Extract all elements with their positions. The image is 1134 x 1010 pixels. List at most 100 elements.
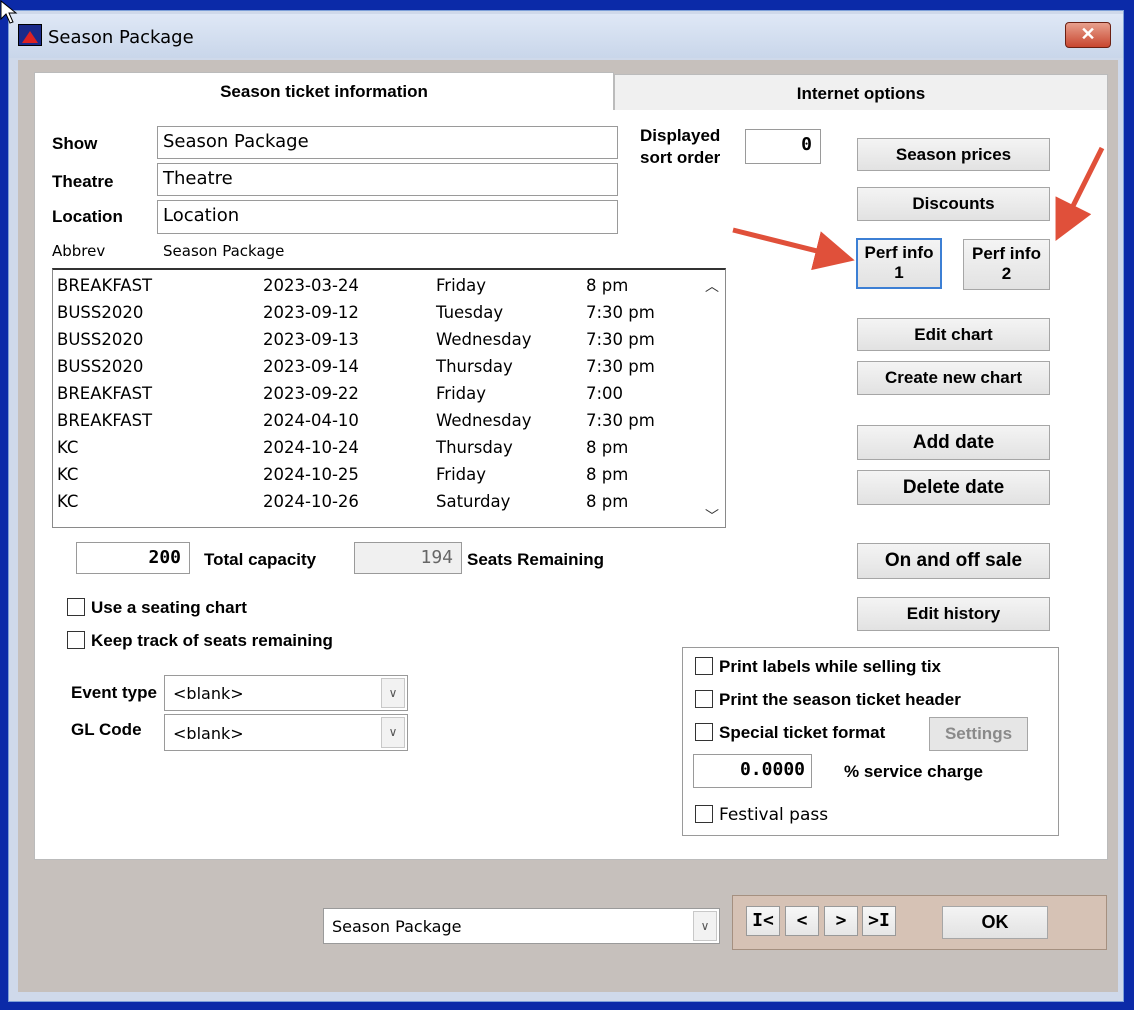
gl-code-value: <blank> (173, 724, 244, 743)
perf-time: 7:30 pm (586, 303, 655, 322)
perf-date: 2024-04-10 (263, 411, 359, 430)
abbrev-label: Abbrev (52, 242, 106, 260)
event-type-label: Event type (71, 683, 157, 702)
perf-time: 7:00 (586, 384, 624, 403)
add-date-button[interactable]: Add date (857, 425, 1050, 460)
package-select[interactable]: Season Package ∨ (323, 908, 720, 944)
edit-history-button[interactable]: Edit history (857, 597, 1050, 631)
list-item[interactable]: KC 2024-10-25 Friday 8 pm (53, 461, 693, 488)
tab-season-ticket-information[interactable]: Season ticket information (34, 72, 614, 112)
location-field[interactable]: Location (157, 200, 618, 234)
list-item[interactable]: KC 2024-10-24 Thursday 8 pm (53, 434, 693, 461)
abbrev-value: Season Package (163, 242, 285, 260)
tab-internet-options[interactable]: Internet options (614, 74, 1108, 112)
perf-date: 2024-10-25 (263, 465, 359, 484)
service-charge-field[interactable]: 0.0000 (693, 754, 812, 788)
perf-code: KC (57, 465, 79, 484)
perf-date: 2023-03-24 (263, 276, 359, 295)
chevron-down-icon[interactable]: ∨ (693, 911, 717, 941)
perf-time: 8 pm (586, 465, 629, 484)
perf-date: 2024-10-24 (263, 438, 359, 457)
event-type-value: <blank> (173, 684, 244, 703)
on-and-off-sale-button[interactable]: On and off sale (857, 543, 1050, 579)
perf-info-1-line1: Perf info (864, 243, 934, 262)
window-title: Season Package (48, 27, 194, 48)
list-item[interactable]: BREAKFAST 2024-04-10 Wednesday 7:30 pm (53, 407, 693, 434)
perf-day: Tuesday (436, 303, 504, 322)
keep-track-checkbox[interactable] (67, 631, 85, 649)
perf-time: 8 pm (586, 438, 629, 457)
special-format-label[interactable]: Special ticket format (719, 723, 885, 743)
perf-time: 7:30 pm (586, 330, 655, 349)
perf-time: 7:30 pm (586, 357, 655, 376)
show-field[interactable]: Season Package (157, 126, 618, 159)
keep-track-label[interactable]: Keep track of seats remaining (91, 631, 333, 651)
festival-pass-label[interactable]: Festival pass (719, 805, 828, 825)
close-button[interactable]: ✕ (1065, 22, 1111, 48)
perf-day: Thursday (436, 438, 513, 457)
perf-code: BUSS2020 (57, 303, 144, 322)
print-header-checkbox[interactable] (695, 690, 713, 708)
special-format-checkbox[interactable] (695, 723, 713, 741)
use-seating-chart-checkbox[interactable] (67, 598, 85, 616)
settings-button[interactable]: Settings (929, 717, 1028, 751)
discounts-button[interactable]: Discounts (857, 187, 1050, 221)
edit-chart-button[interactable]: Edit chart (857, 318, 1050, 351)
perf-day: Friday (436, 384, 487, 403)
perf-code: BREAKFAST (57, 384, 153, 403)
season-prices-button[interactable]: Season prices (857, 138, 1050, 171)
sort-order-field[interactable]: 0 (745, 129, 821, 164)
performance-list[interactable]: BREAKFAST 2023-03-24 Friday 8 pm BUSS2020 20… (52, 268, 726, 528)
perf-day: Wednesday (436, 411, 532, 430)
perf-info-2-line1: Perf info (972, 244, 1041, 263)
perf-info-2-line2: 2 (1001, 264, 1012, 283)
gl-code-select[interactable]: <blank> ∨ (164, 714, 408, 751)
location-label: Location (52, 207, 123, 226)
perf-day: Thursday (436, 357, 513, 376)
list-item[interactable]: BUSS2020 2023-09-14 Thursday 7:30 pm (53, 353, 693, 380)
scroll-up-icon[interactable]: ︿ (703, 276, 721, 296)
print-labels-label[interactable]: Print labels while selling tix (719, 657, 941, 677)
perf-code: BUSS2020 (57, 330, 144, 349)
perf-code: KC (57, 438, 79, 457)
festival-pass-checkbox[interactable] (695, 805, 713, 823)
list-item[interactable]: BUSS2020 2023-09-12 Tuesday 7:30 pm (53, 299, 693, 326)
total-capacity-field[interactable]: 200 (76, 542, 190, 574)
create-new-chart-button[interactable]: Create new chart (857, 361, 1050, 395)
list-item[interactable]: BUSS2020 2023-09-13 Wednesday 7:30 pm (53, 326, 693, 353)
perf-info-1-line2: 1 (894, 263, 904, 282)
scroll-down-icon[interactable]: ﹀ (703, 506, 721, 526)
list-item[interactable]: KC 2024-10-26 Saturday 8 pm (53, 488, 693, 515)
theatre-field[interactable]: Theatre (157, 163, 618, 196)
seats-remaining-field: 194 (354, 542, 462, 574)
delete-date-button[interactable]: Delete date (857, 470, 1050, 505)
previous-record-button[interactable]: < (785, 906, 819, 936)
chevron-down-icon[interactable]: ∨ (381, 717, 405, 748)
perf-info-1-button[interactable]: Perf info 1 (856, 238, 942, 289)
perf-code: KC (57, 492, 79, 511)
perf-code: BREAKFAST (57, 276, 153, 295)
use-seating-chart-label[interactable]: Use a seating chart (91, 598, 247, 618)
seats-remaining-label: Seats Remaining (467, 550, 604, 569)
perf-date: 2024-10-26 (263, 492, 359, 511)
perf-time: 7:30 pm (586, 411, 655, 430)
last-record-button[interactable]: >I (862, 906, 896, 936)
list-item[interactable]: BREAKFAST 2023-09-22 Friday 7:00 (53, 380, 693, 407)
first-record-button[interactable]: I< (746, 906, 780, 936)
event-type-select[interactable]: <blank> ∨ (164, 675, 408, 711)
perf-date: 2023-09-22 (263, 384, 359, 403)
perf-time: 8 pm (586, 276, 629, 295)
sort-order-label-line1: Displayed (640, 126, 721, 145)
ok-button[interactable]: OK (942, 906, 1048, 939)
package-select-value: Season Package (332, 917, 462, 936)
next-record-button[interactable]: > (824, 906, 858, 936)
print-header-label[interactable]: Print the season ticket header (719, 690, 961, 710)
sort-order-label-line2: sort order (640, 148, 721, 167)
mouse-cursor-icon (0, 0, 18, 24)
perf-info-2-button[interactable]: Perf info 2 (963, 239, 1050, 290)
list-item[interactable]: BREAKFAST 2023-03-24 Friday 8 pm (53, 272, 693, 299)
chevron-down-icon[interactable]: ∨ (381, 678, 405, 708)
perf-day: Wednesday (436, 330, 532, 349)
print-labels-checkbox[interactable] (695, 657, 713, 675)
app-logo-icon (18, 24, 42, 46)
